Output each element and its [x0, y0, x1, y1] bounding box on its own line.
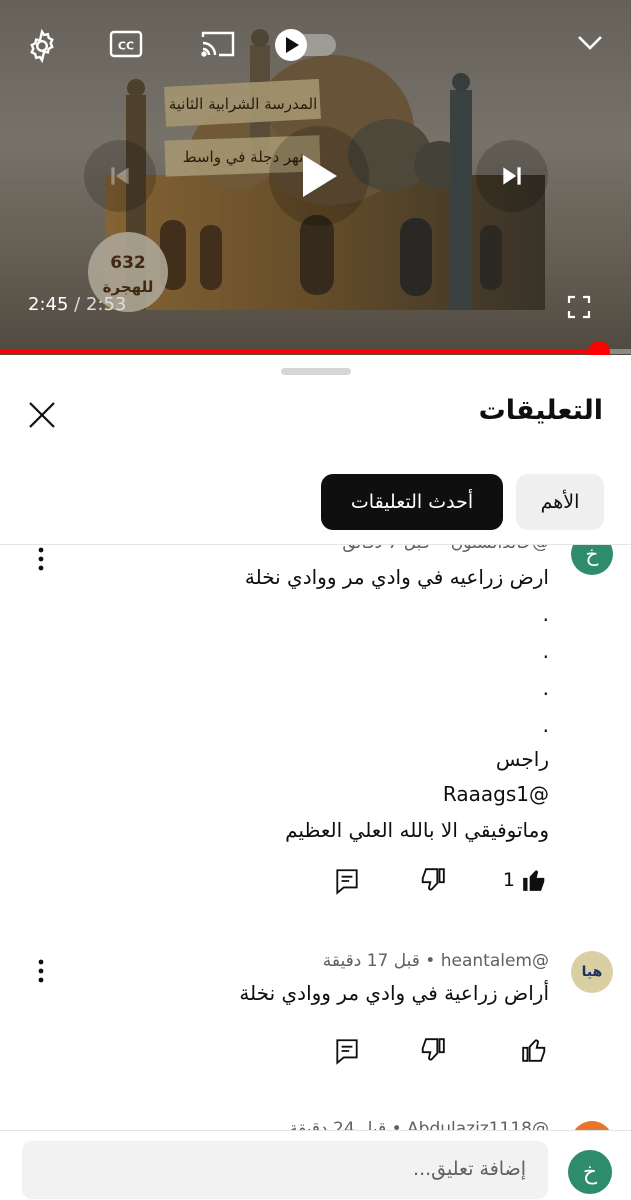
reply-icon — [336, 1039, 358, 1065]
progress-bar[interactable] — [0, 349, 631, 354]
thumb-down-icon — [421, 868, 445, 891]
comment-text-line: أراض زراعية في وادي مر ووادي نخلة — [239, 981, 549, 1005]
comment-text-line: وماتوفيقي الا بالله العلي العظيم — [285, 818, 549, 842]
comment-text-line: ارض زراعيه في وادي مر ووادي نخلة — [244, 565, 549, 589]
divider — [0, 1130, 631, 1131]
sheet-title: التعليقات — [478, 395, 603, 426]
next-icon[interactable] — [476, 140, 548, 212]
comment-text-line: . — [542, 676, 549, 700]
avatar[interactable]: خ — [568, 1150, 612, 1194]
comments-sheet: التعليقات الأهم أحدث التعليقات خ @خالدال… — [0, 355, 631, 1200]
comment-meta: @Abdulaziz1118 • قبل 24 دقيقة — [289, 1119, 549, 1130]
more-options-icon[interactable] — [28, 545, 54, 573]
total-time: 2:53 — [85, 294, 127, 315]
add-comment-input[interactable]: إضافة تعليق... — [22, 1141, 548, 1199]
reply-button[interactable] — [334, 1037, 360, 1065]
comment-item: @Abdulaziz1118 • قبل 24 دقيقة — [0, 1119, 631, 1130]
comment-text-line: . — [542, 639, 549, 663]
like-count: 1 — [502, 869, 515, 891]
current-time: 2:45 — [28, 294, 69, 315]
thumb-up-icon — [522, 1039, 546, 1062]
dislike-button[interactable] — [420, 867, 446, 893]
fullscreen-icon[interactable] — [564, 292, 594, 322]
reply-icon — [336, 869, 358, 895]
comment-meta: @خالدالشنون‎ • قبل 7 دقائق — [342, 545, 549, 553]
dislike-button[interactable] — [420, 1037, 446, 1063]
comment-list[interactable]: خ @خالدالشنون‎ • قبل 7 دقائق ارض زراعيه … — [0, 545, 631, 1130]
avatar[interactable]: هيا — [571, 951, 613, 993]
comment-item: هيا @heantalem • قبل 17 دقيقة أراض زراعي… — [0, 943, 631, 1093]
comment-text-line: راجس — [495, 747, 549, 771]
chevron-down-icon[interactable] — [572, 24, 608, 60]
thumb-up-icon — [523, 870, 545, 891]
chip-top-comments[interactable]: الأهم — [516, 474, 604, 530]
autoplay-toggle[interactable] — [272, 28, 338, 62]
svg-text:CC: CC — [118, 40, 134, 53]
like-button[interactable]: 1 — [503, 867, 547, 893]
comment-meta: @heantalem • قبل 17 دقيقة — [322, 951, 549, 971]
drag-handle[interactable] — [281, 368, 351, 375]
chip-newest-comments[interactable]: أحدث التعليقات — [321, 474, 503, 530]
avatar[interactable]: خ — [571, 545, 613, 575]
time-display: 2:45 / 2:53 — [28, 294, 126, 315]
cast-icon[interactable] — [198, 28, 238, 60]
comment-text-line: . — [542, 713, 549, 737]
thumb-down-icon — [421, 1038, 445, 1061]
captions-icon[interactable]: CC — [108, 28, 144, 60]
time-separator: / — [68, 294, 86, 315]
reply-button[interactable] — [334, 867, 360, 895]
previous-icon[interactable] — [84, 140, 156, 212]
progress-fill — [0, 349, 600, 354]
play-icon[interactable] — [269, 126, 369, 226]
like-button[interactable] — [515, 1037, 547, 1063]
comment-item: خ @خالدالشنون‎ • قبل 7 دقائق ارض زراعيه … — [0, 545, 631, 913]
more-options-icon[interactable] — [28, 957, 54, 985]
avatar[interactable] — [571, 1121, 613, 1130]
gear-icon[interactable] — [22, 26, 62, 66]
video-player[interactable]: المدرسة الشرابية الثانية نهر دجلة في واس… — [0, 0, 631, 355]
close-icon[interactable] — [24, 397, 60, 433]
comment-text-line: . — [542, 602, 549, 626]
comment-mention[interactable]: @Raaags1 — [443, 782, 549, 806]
